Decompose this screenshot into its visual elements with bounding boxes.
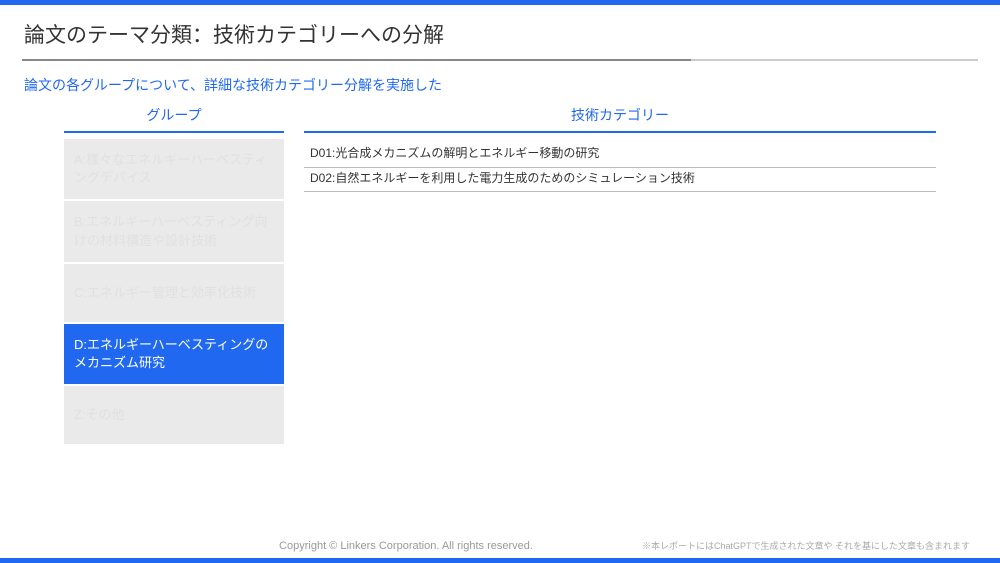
content-area: グループ A:様々なエネルギーハーベスティングデバイス B:エネルギーハーベステ… bbox=[0, 103, 1000, 446]
disclaimer-text: ※本レポートにはChatGPTで生成された文章や それを基にした文章も含まれます bbox=[642, 539, 970, 552]
tech-item: D02:自然エネルギーを利用した電力生成のためのシミュレーション技術 bbox=[304, 168, 936, 193]
group-item-a[interactable]: A:様々なエネルギーハーベスティングデバイス bbox=[64, 139, 284, 199]
copyright-text: Copyright © Linkers Corporation. All rig… bbox=[30, 540, 642, 552]
tech-column: 技術カテゴリー D01:光合成メカニズムの解明とエネルギー移動の研究 D02:自… bbox=[304, 103, 936, 446]
group-column-header: グループ bbox=[64, 103, 284, 133]
group-item-c[interactable]: C:エネルギー管理と効率化技術 bbox=[64, 264, 284, 322]
page-subtitle: 論文の各グループについて、詳細な技術カテゴリー分解を実施した bbox=[0, 61, 1000, 103]
group-item-b[interactable]: B:エネルギーハーベスティング向けの材料構造や設計技術 bbox=[64, 201, 284, 261]
group-item-z[interactable]: Z:その他 bbox=[64, 386, 284, 444]
page-title: 論文のテーマ分類：技術カテゴリーへの分解 bbox=[0, 5, 1000, 59]
footer: Copyright © Linkers Corporation. All rig… bbox=[0, 539, 1000, 563]
group-item-d[interactable]: D:エネルギーハーベスティングのメカニズム研究 bbox=[64, 324, 284, 384]
groups-column: グループ A:様々なエネルギーハーベスティングデバイス B:エネルギーハーベステ… bbox=[64, 103, 284, 446]
footer-text: Copyright © Linkers Corporation. All rig… bbox=[0, 539, 1000, 558]
tech-item: D01:光合成メカニズムの解明とエネルギー移動の研究 bbox=[304, 143, 936, 168]
bottom-accent-bar bbox=[0, 558, 1000, 563]
tech-column-header: 技術カテゴリー bbox=[304, 103, 936, 133]
tech-list: D01:光合成メカニズムの解明とエネルギー移動の研究 D02:自然エネルギーを利… bbox=[304, 141, 936, 192]
